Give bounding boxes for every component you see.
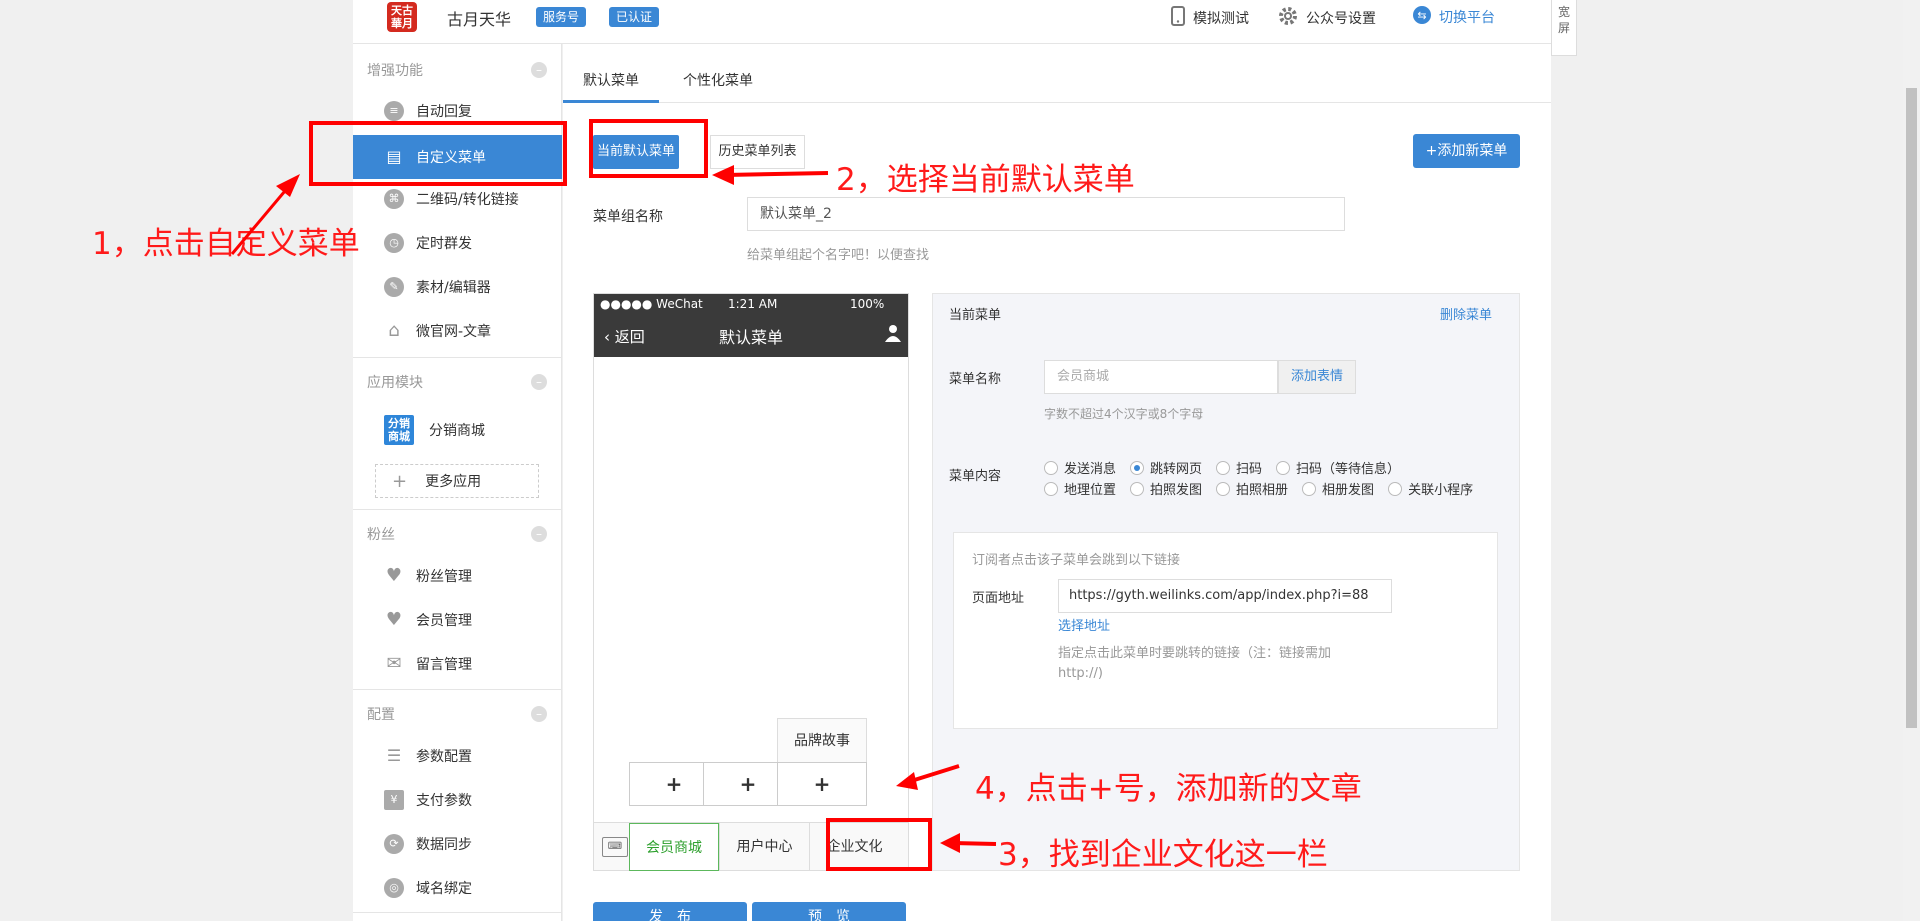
arrow-step-2 [724,171,829,177]
annotation-arrows [230,165,997,853]
page-scrollbar-thumb[interactable] [1906,88,1917,728]
arrow-step-1 [230,184,292,255]
